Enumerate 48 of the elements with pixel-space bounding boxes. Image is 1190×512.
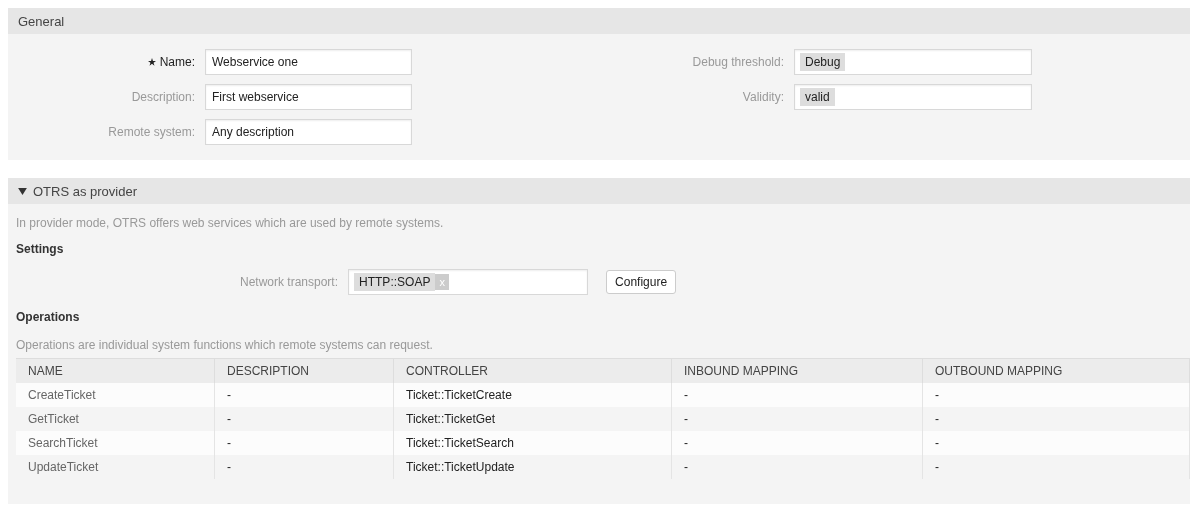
select-field[interactable]: Debug (794, 49, 1032, 75)
table-cell: Ticket::TicketSearch (393, 431, 672, 455)
column-header: NAME (16, 358, 215, 383)
table-cell: Ticket::TicketCreate (393, 383, 672, 407)
table-cell: - (671, 407, 923, 431)
column-header: DESCRIPTION (214, 358, 394, 383)
column-header: CONTROLLER (393, 358, 672, 383)
table-cell: - (671, 431, 923, 455)
field-label: Network transport: (240, 275, 339, 289)
field-label: Validity: (742, 90, 784, 104)
table-cell: - (922, 407, 1190, 431)
input-field[interactable]: Any description (205, 119, 412, 145)
operation-link[interactable]: CreateTicket (16, 383, 215, 407)
table-cell: - (671, 383, 923, 407)
selected-token: HTTP::SOAP (354, 273, 436, 291)
input-field[interactable]: First webservice (205, 84, 412, 110)
table-cell: - (214, 383, 394, 407)
table-cell: Ticket::TicketUpdate (393, 455, 672, 479)
table-cell: Ticket::TicketGet (393, 407, 672, 431)
panel-title: OTRS as provider (33, 183, 138, 199)
selected-token: valid (800, 88, 835, 106)
input-field[interactable]: Webservice one (205, 49, 412, 75)
section-heading: Operations (16, 310, 81, 324)
table-cell: - (922, 455, 1190, 479)
table-cell: - (214, 431, 394, 455)
section-heading: Settings (16, 242, 65, 256)
table-cell: - (671, 455, 923, 479)
table-cell: - (214, 407, 394, 431)
field-label: Remote system: (108, 125, 195, 139)
field-label: Debug threshold: (692, 55, 784, 69)
field-label: Description: (131, 90, 195, 104)
panel-header[interactable]: OTRS as provider (8, 178, 1190, 204)
collapse-toggle-icon[interactable] (18, 187, 27, 195)
field-label: Name: (159, 55, 195, 69)
table-cell: - (922, 383, 1190, 407)
column-header: OUTBOUND MAPPING (922, 358, 1190, 383)
intro-text: In provider mode, OTRS offers web services which are used by remote systems. (16, 216, 445, 230)
configure-button[interactable]: Configure (606, 270, 677, 294)
table-cell: - (922, 431, 1190, 455)
column-header: INBOUND MAPPING (671, 358, 923, 383)
panel-title: General (18, 13, 65, 29)
operation-link[interactable]: SearchTicket (16, 431, 215, 455)
select-field[interactable]: valid (794, 84, 1032, 110)
intro-text: Operations are individual system functions which remote systems can request. (16, 338, 434, 352)
operation-link[interactable]: GetTicket (16, 407, 215, 431)
operation-link[interactable]: UpdateTicket (16, 455, 215, 479)
table-cell: - (214, 455, 394, 479)
selected-token: Debug (800, 53, 846, 71)
